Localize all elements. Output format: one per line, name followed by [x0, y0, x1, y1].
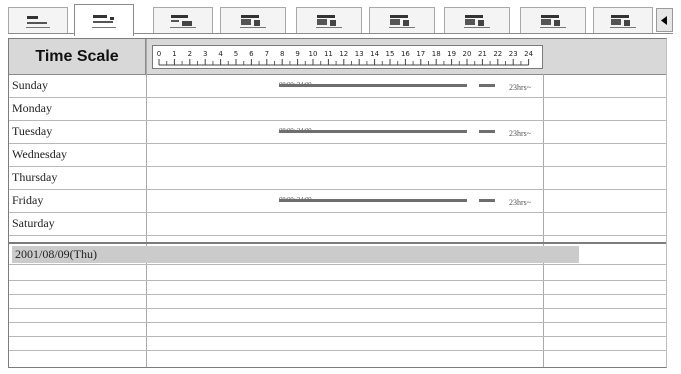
hour-tick-label: 21 — [478, 50, 487, 58]
time-scale-title: Time Scale — [9, 39, 146, 74]
hour-tick-label: 12 — [339, 50, 348, 58]
day-label: Wednesday — [12, 147, 68, 161]
shift-bar[interactable] — [279, 84, 467, 87]
hour-tick-label: 20 — [463, 50, 472, 58]
day-row-tuesday[interactable]: Tuesday 08:00~24:00 23hrs~ — [9, 121, 666, 144]
list-row-line — [9, 336, 666, 337]
gantt-view-icon — [92, 14, 116, 28]
time-scale-header: Time Scale 0 1 2 3 4 5 6 7 8 9 10 11 12 13 14 15 16 17 18 1… — [9, 39, 666, 75]
schedule-grid: Time Scale 0 1 2 3 4 5 6 7 8 9 10 11 12 13 14 15 16 17 18 1… — [8, 38, 667, 368]
tab-view-2[interactable] — [74, 4, 134, 36]
day-label: Monday — [12, 101, 52, 115]
entry-list: 2001/08/09(Thu) — [9, 242, 666, 369]
shift-end-label: 23hrs~ — [509, 129, 532, 138]
tab-view-7[interactable] — [444, 7, 510, 33]
gantt-view-icon — [170, 14, 196, 28]
list-row-line — [9, 308, 666, 309]
day-row-saturday[interactable]: Saturday — [9, 213, 666, 236]
hour-tick-label: 8 — [280, 50, 284, 58]
gantt-view-icon — [389, 14, 415, 28]
day-label: Friday — [12, 193, 44, 207]
hour-tick-label: 7 — [265, 50, 269, 58]
hour-tick-label: 5 — [234, 50, 238, 58]
day-row-monday[interactable]: Monday — [9, 98, 666, 121]
gantt-view-icon — [464, 14, 490, 28]
tab-view-4[interactable] — [220, 7, 286, 33]
list-row-line — [9, 280, 666, 281]
day-row-sunday[interactable]: Sunday 08:00~24:00 23hrs~ — [9, 75, 666, 98]
hour-tick-label: 24 — [524, 50, 533, 58]
hour-tick-label: 18 — [432, 50, 441, 58]
hour-tick-label: 13 — [355, 50, 364, 58]
shift-bar-tail — [479, 84, 495, 87]
tab-view-5[interactable] — [296, 7, 362, 33]
shift-end-label: 23hrs~ — [509, 198, 532, 207]
gantt-view-icon — [240, 14, 266, 28]
tab-view-3[interactable] — [153, 7, 213, 33]
hour-tick-label: 11 — [324, 50, 333, 58]
hour-tick-label: 9 — [295, 50, 299, 58]
day-label: Saturday — [12, 216, 55, 230]
hour-tick-label: 3 — [203, 50, 207, 58]
day-row-wednesday[interactable]: Wednesday — [9, 144, 666, 167]
hour-ruler: 0 1 2 3 4 5 6 7 8 9 10 11 12 13 14 15 16 17 18 19 20 21 22 23 24 — [152, 45, 543, 69]
tab-scroll-button[interactable] — [656, 8, 673, 32]
shift-bar-tail — [479, 130, 495, 133]
selected-entry-row[interactable]: 2001/08/09(Thu) — [12, 246, 579, 263]
hour-tick-label: 23 — [509, 50, 518, 58]
selected-entry-date: 2001/08/09(Thu) — [15, 247, 97, 261]
hour-tick-label: 19 — [447, 50, 456, 58]
shift-bar[interactable] — [279, 199, 467, 202]
list-row-line — [9, 322, 666, 323]
hour-tick-label: 22 — [493, 50, 502, 58]
left-arrow-icon — [661, 15, 667, 25]
day-row-thursday[interactable]: Thursday — [9, 167, 666, 190]
day-row-friday[interactable]: Friday 08:00~24:00 23hrs~ — [9, 190, 666, 213]
gantt-view-icon — [316, 14, 342, 28]
list-row-line — [9, 350, 666, 351]
list-row-line — [9, 264, 666, 265]
hour-tick-label: 4 — [218, 50, 223, 58]
hour-tick-label: 6 — [249, 50, 254, 58]
gantt-view-icon — [610, 14, 636, 28]
hour-tick-label: 17 — [416, 50, 425, 58]
hour-tick-label: 1 — [172, 50, 176, 58]
tab-view-9[interactable] — [593, 7, 653, 33]
shift-bar-tail — [479, 199, 495, 202]
hour-tick-label: 15 — [386, 50, 395, 58]
hour-tick-label: 14 — [370, 50, 379, 58]
hour-ruler-marks: 0 1 2 3 4 5 6 7 8 9 10 11 12 13 14 15 16 17 18 19 20 21 22 23 24 — [157, 50, 534, 66]
hour-tick-label: 2 — [188, 50, 192, 58]
tab-view-6[interactable] — [369, 7, 435, 33]
tab-view-1[interactable] — [8, 7, 68, 33]
hour-tick-label: 10 — [309, 50, 318, 58]
day-label: Sunday — [12, 78, 48, 92]
gantt-view-icon — [26, 15, 50, 28]
day-label: Tuesday — [12, 124, 53, 138]
shift-end-label: 23hrs~ — [509, 83, 532, 92]
hour-tick-label: 0 — [157, 50, 161, 58]
list-row-line — [9, 294, 666, 295]
tab-view-8[interactable] — [520, 7, 586, 33]
shift-bar[interactable] — [279, 130, 467, 133]
hour-tick-label: 16 — [401, 50, 410, 58]
day-label: Thursday — [12, 170, 58, 184]
view-tab-strip — [8, 4, 673, 36]
gantt-view-icon — [540, 14, 566, 28]
